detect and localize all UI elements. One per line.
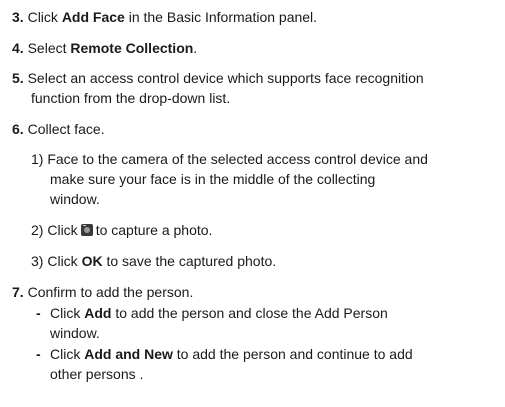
document-page: 3. Click Add Face in the Basic Informati… xyxy=(0,0,505,407)
substep-1: 1) Face to the camera of the selected ac… xyxy=(31,150,428,168)
bullet-dash: - xyxy=(36,305,41,321)
substep-1-continuation: window. xyxy=(50,190,100,208)
bullet-text: window. xyxy=(50,325,100,341)
step-7: 7. Confirm to add the person. xyxy=(12,283,193,301)
substep-number: 2) xyxy=(31,222,44,238)
bullet-text: to add the person and close the Add Pers… xyxy=(111,305,388,321)
bullet-emphasis: Add and New xyxy=(84,346,173,362)
substep-text: Face to the camera of the selected acces… xyxy=(47,151,428,167)
step-text: function from the drop-down list. xyxy=(31,90,231,106)
substep-2: 2) Click to capture a photo. xyxy=(31,221,212,239)
substep-number: 1) xyxy=(31,151,44,167)
substep-1-continuation: make sure your face is in the middle of … xyxy=(50,170,375,188)
substep-number: 3) xyxy=(31,253,44,269)
step-emphasis: Remote Collection xyxy=(70,40,194,56)
bullet-item: Click Add and New to add the person and … xyxy=(50,345,413,363)
step-text: . xyxy=(193,40,198,56)
bullet-item-continuation: window. xyxy=(50,324,100,342)
step-number: 4. xyxy=(12,40,24,56)
step-number: 6. xyxy=(12,121,24,137)
step-number: 5. xyxy=(12,70,24,86)
step-text: Select xyxy=(27,40,71,56)
bullet-item-continuation: other persons . xyxy=(50,365,143,383)
step-number: 3. xyxy=(12,9,24,25)
substep-text: Click xyxy=(47,253,82,269)
substep-text: Click xyxy=(47,222,78,238)
step-text: Collect face. xyxy=(27,121,105,137)
substep-text: make sure your face is in the middle of … xyxy=(50,171,376,187)
bullet-text: other persons . xyxy=(50,366,144,382)
step-text: in the Basic Information panel. xyxy=(124,9,318,25)
step-4: 4. Select Remote Collection. xyxy=(12,39,197,57)
bullet-text: Click xyxy=(50,346,85,362)
step-text: Click xyxy=(27,9,62,25)
bullet-dash: - xyxy=(36,346,41,362)
step-text: Confirm to add the person. xyxy=(27,284,194,300)
substep-emphasis: OK xyxy=(81,253,103,269)
camera-icon xyxy=(80,224,93,236)
substep-3: 3) Click OK to save the captured photo. xyxy=(31,252,276,270)
bullet-emphasis: Add xyxy=(84,305,112,321)
step-text: Select an access control device which su… xyxy=(27,70,424,86)
substep-text: to save the captured photo. xyxy=(102,253,277,269)
substep-text: window. xyxy=(50,191,100,207)
step-5: 5. Select an access control device which… xyxy=(12,69,424,87)
step-6: 6. Collect face. xyxy=(12,120,105,138)
step-5-continuation: function from the drop-down list. xyxy=(31,89,230,107)
step-number: 7. xyxy=(12,284,24,300)
step-3: 3. Click Add Face in the Basic Informati… xyxy=(12,8,317,26)
bullet-item: Click Add to add the person and close th… xyxy=(50,304,388,322)
step-emphasis: Add Face xyxy=(61,9,125,25)
substep-text: to capture a photo. xyxy=(95,222,213,238)
bullet-text: Click xyxy=(50,305,85,321)
bullet-text: to add the person and continue to add xyxy=(172,346,413,362)
